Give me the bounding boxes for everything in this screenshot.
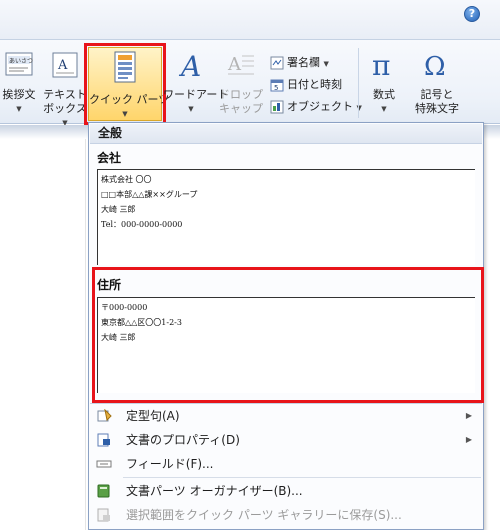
preview-line: 大崎 三郎	[101, 205, 136, 214]
field-icon	[96, 460, 112, 468]
svg-text:あいさつ: あいさつ	[9, 58, 33, 65]
chevron-down-icon: ▼	[381, 105, 387, 113]
drop-cap-label-1: ドロップ	[219, 88, 263, 101]
drop-cap-icon: A	[227, 54, 254, 75]
autotext-label: 定型句(A)	[126, 409, 180, 423]
equation-label: 数式	[373, 88, 395, 101]
date-time-button[interactable]: 5 日付と時刻	[270, 76, 342, 96]
chevron-down-icon: ▼	[188, 105, 194, 113]
save-selection-icon	[97, 508, 110, 522]
group-separator	[358, 48, 359, 118]
object-icon	[270, 100, 284, 114]
organizer-label: 文書パーツ オーガナイザー(B)...	[126, 484, 303, 498]
wordart-label: ワードアート	[163, 88, 229, 101]
object-button[interactable]: オブジェクト ▼	[270, 98, 362, 118]
object-label: オブジェクト	[287, 100, 353, 113]
preview-line: 〒000-0000	[101, 303, 148, 312]
quick-parts-icon	[114, 51, 136, 83]
greeting-icon: あいさつ	[5, 52, 33, 76]
signature-line-button[interactable]: 署名欄 ▼	[270, 54, 329, 74]
help-icon[interactable]: ?	[464, 6, 480, 22]
preview-line: 東京都△△区〇〇1-2-3	[101, 318, 182, 327]
textbox-label-2: ボックス	[43, 102, 87, 115]
date-time-label: 日付と時刻	[287, 78, 342, 91]
textbox-icon: A	[52, 52, 78, 78]
menu-separator	[123, 477, 481, 478]
chevron-down-icon: ▼	[16, 105, 22, 113]
greeting-label: 挨拶文	[2, 88, 36, 101]
symbol-label-1: 記号と	[420, 88, 454, 101]
preview-line: □□本部△△課××グループ	[101, 190, 198, 199]
symbol-label-2: 特殊文字	[415, 102, 459, 115]
greeting-button[interactable]: あいさつ 挨拶文 ▼	[0, 50, 38, 116]
svg-text:π: π	[372, 50, 390, 80]
chevron-down-icon: ▼	[323, 60, 329, 68]
quick-parts-gallery: 全般 会社 株式会社 〇〇 □□本部△△課××グループ 大崎 三郎 Tel：00…	[88, 122, 484, 530]
document-property-label: 文書のプロパティ(D)	[126, 433, 240, 447]
submenu-arrow-icon: ▶	[465, 411, 472, 420]
svg-text:A: A	[178, 50, 201, 80]
menu-item-field[interactable]: フィールド(F)...	[90, 452, 482, 476]
omega-icon: Ω	[424, 52, 446, 82]
svg-text:A: A	[227, 54, 242, 75]
signature-icon	[270, 56, 284, 70]
svg-text:Ω: Ω	[424, 52, 446, 80]
drop-cap-label-2: キャップ	[219, 102, 263, 115]
calendar-icon: 5	[270, 79, 284, 92]
menu-item-document-property[interactable]: 文書のプロパティ(D) ▶	[90, 428, 482, 452]
ribbon-tab-strip: ?	[0, 0, 500, 40]
document-page[interactable]	[0, 139, 86, 530]
preview-line: Tel：000-0000-0000	[101, 220, 183, 229]
gallery-entry-title: 住所	[97, 278, 122, 292]
save-selection-label: 選択範囲をクイック パーツ ギャラリーに保存(S)...	[126, 508, 402, 522]
gallery-entry-address[interactable]: 〒000-0000 東京都△△区〇〇1-2-3 大崎 三郎	[97, 297, 475, 393]
equation-button[interactable]: π 数式 ▼	[364, 49, 404, 116]
document-property-icon	[97, 433, 110, 447]
field-label: フィールド(F)...	[126, 457, 214, 471]
menu-item-autotext[interactable]: 定型句(A) ▶	[90, 404, 482, 428]
submenu-arrow-icon: ▶	[465, 435, 472, 444]
drop-cap-button[interactable]: A ドロップ キャップ	[218, 50, 264, 116]
textbox-button[interactable]: A テキスト ボックス ▼	[40, 50, 90, 130]
svg-text:5: 5	[274, 84, 278, 92]
autotext-icon	[97, 409, 112, 422]
textbox-label-1: テキスト	[43, 88, 87, 101]
wordart-button[interactable]: A ワードアート ▼	[163, 50, 229, 116]
menu-item-save-selection[interactable]: 選択範囲をクイック パーツ ギャラリーに保存(S)...	[90, 503, 482, 527]
ribbon-insert: あいさつ 挨拶文 ▼ A テキスト ボックス ▼ クイック パーツ ▼ A ワー…	[0, 40, 500, 127]
wordart-icon: A	[178, 50, 201, 83]
organizer-icon	[97, 484, 110, 498]
quick-parts-button[interactable]: クイック パーツ ▼	[84, 43, 170, 125]
gallery-entry-company[interactable]: 株式会社 〇〇 □□本部△△課××グループ 大崎 三郎 Tel：000-0000…	[97, 169, 475, 265]
chevron-down-icon: ▼	[122, 110, 128, 118]
menu-item-building-blocks-organizer[interactable]: 文書パーツ オーガナイザー(B)...	[90, 479, 482, 503]
preview-line: 株式会社 〇〇	[101, 175, 152, 184]
preview-line: 大崎 三郎	[101, 333, 136, 342]
signature-label: 署名欄	[287, 56, 320, 69]
quick-parts-label: クイック パーツ	[89, 93, 170, 106]
pi-icon: π	[372, 49, 390, 82]
gallery-category-header: 全般	[90, 124, 482, 144]
svg-text:A: A	[57, 58, 68, 73]
symbol-button[interactable]: Ω 記号と 特殊文字	[404, 50, 470, 116]
gallery-entry-title: 会社	[97, 151, 122, 165]
